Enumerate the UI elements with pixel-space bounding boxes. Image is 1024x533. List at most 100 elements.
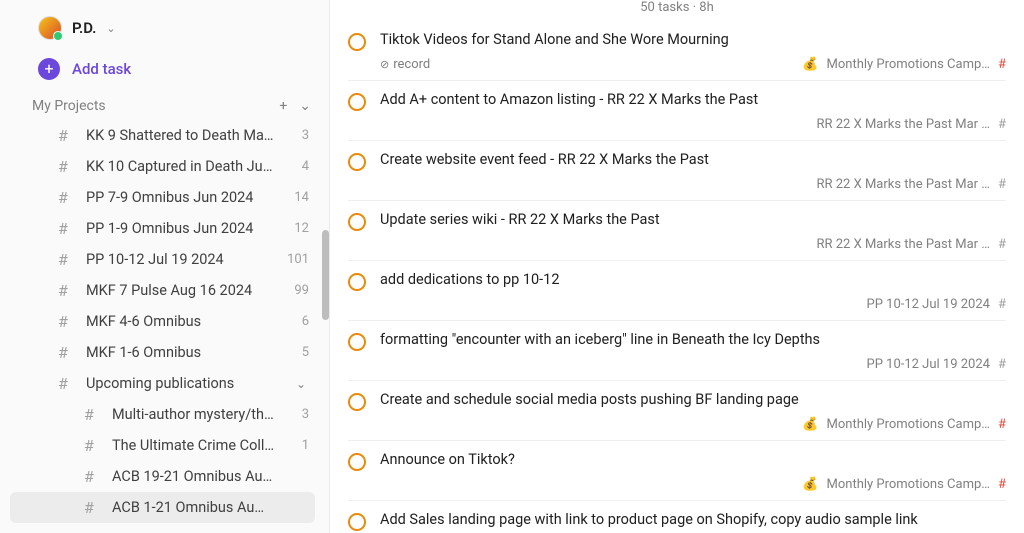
hash-icon: #	[998, 177, 1006, 192]
sidebar-item-count: 14	[287, 190, 309, 205]
sidebar-item-count: 4	[287, 159, 309, 174]
project-list: #KK 9 Shattered to Death May 17 2…3#KK 1…	[0, 120, 329, 525]
task-checkbox[interactable]	[348, 453, 366, 471]
tag-icon	[380, 57, 389, 72]
user-menu[interactable]: P.D.	[0, 8, 329, 52]
chevron-down-icon[interactable]	[293, 377, 309, 391]
sidebar-item[interactable]: #PP 1-9 Omnibus Jun 202412	[0, 213, 325, 244]
hash-icon: #	[58, 126, 74, 145]
task-checkbox[interactable]	[348, 33, 366, 51]
sidebar-item[interactable]: #MKF 1-6 Omnibus5	[0, 337, 325, 368]
hash-icon: #	[84, 436, 100, 455]
main-panel: 50 tasks · 8h Tiktok Videos for Stand Al…	[330, 0, 1024, 533]
sidebar-item[interactable]: # Upcoming publications	[0, 368, 325, 399]
sidebar-item-count: 6	[287, 314, 309, 329]
sidebar-item[interactable]: # PP 10-12 Jul 19 2024 101	[0, 244, 325, 275]
sidebar-item-count: 99	[287, 283, 309, 298]
sidebar-item-label: MKF 1-6 Omnibus	[86, 344, 275, 361]
user-name: P.D.	[72, 19, 96, 37]
task-title: Add Sales landing page with link to prod…	[380, 511, 1006, 528]
sidebar-item-count: 1	[287, 438, 309, 453]
task-title: add dedications to pp 10-12	[380, 271, 1006, 288]
task-item[interactable]: Add A+ content to Amazon listing - RR 22…	[348, 81, 1006, 141]
sidebar-item[interactable]: #ACB 19-21 Omnibus Aug 2024	[0, 461, 325, 492]
task-project-label[interactable]: Monthly Promotions Camp…	[827, 477, 990, 492]
task-count-header: 50 tasks · 8h	[330, 0, 1024, 21]
task-checkbox[interactable]	[348, 333, 366, 351]
hash-icon: #	[998, 297, 1006, 312]
task-meta: 💰Monthly Promotions Camp… #	[348, 417, 1006, 432]
sidebar-item-label: The Ultimate Crime Collection	[112, 437, 275, 454]
sidebar-item-label: PP 10-12 Jul 19 2024	[86, 251, 275, 268]
task-checkbox[interactable]	[348, 213, 366, 231]
task-item[interactable]: Create website event feed - RR 22 X Mark…	[348, 141, 1006, 201]
sidebar-item[interactable]: #PP 7-9 Omnibus Jun 202414	[0, 182, 325, 213]
task-tag[interactable]: record	[380, 57, 430, 72]
task-project-label[interactable]: RR 22 X Marks the Past Mar …	[817, 177, 990, 192]
sidebar-item[interactable]: #MKF 7 Pulse Aug 16 202499	[0, 275, 325, 306]
money-icon: 💰	[802, 477, 818, 492]
task-meta: RR 22 X Marks the Past Mar … #	[348, 177, 1006, 192]
task-item[interactable]: Update series wiki - RR 22 X Marks the P…	[348, 201, 1006, 261]
sidebar-item-label: Multi-author mystery/thriller/n…	[112, 406, 275, 423]
task-project-label[interactable]: RR 22 X Marks the Past Mar …	[817, 117, 990, 132]
task-item[interactable]: Create and schedule social media posts p…	[348, 381, 1006, 441]
sidebar-item[interactable]: #ACB 22 Cinn-Full Secrets Sep…106	[0, 523, 325, 525]
sidebar-item-label: MKF 4-6 Omnibus	[86, 313, 275, 330]
sidebar-item[interactable]: #ACB 1-21 Omnibus Aug 2024	[10, 492, 315, 523]
task-item[interactable]: Tiktok Videos for Stand Alone and She Wo…	[348, 21, 1006, 81]
hash-icon: #	[998, 237, 1006, 252]
task-checkbox[interactable]	[348, 153, 366, 171]
scrollbar[interactable]	[322, 230, 329, 320]
task-meta: RR 22 X Marks the Past Mar … #	[348, 237, 1006, 252]
sidebar-item-label: MKF 7 Pulse Aug 16 2024	[86, 282, 275, 299]
task-title: Add A+ content to Amazon listing - RR 22…	[380, 91, 1006, 108]
hash-icon: #	[58, 312, 74, 331]
sidebar-item[interactable]: #KK 10 Captured in Death Jun 21 2…4	[0, 151, 325, 182]
projects-header-label: My Projects	[32, 98, 106, 114]
task-project-label[interactable]: Monthly Promotions Camp…	[827, 417, 990, 432]
task-item[interactable]: Announce on Tiktok? 💰 Monthly Promotions C…	[348, 441, 1006, 501]
sidebar-item[interactable]: # MKF 4-6 Omnibus 6	[0, 306, 325, 337]
hash-icon: #	[998, 57, 1006, 72]
sidebar-item-label: Upcoming publications	[86, 375, 281, 392]
sidebar-item[interactable]: # The Ultimate Crime Collection 1	[0, 430, 325, 461]
task-title: Announce on Tiktok?	[380, 451, 1006, 468]
task-project-label[interactable]: Monthly Promotions Camp…	[827, 57, 990, 72]
task-meta: RR 22 X Marks the Past Mar … #	[348, 117, 1006, 132]
collapse-projects-icon[interactable]	[299, 98, 311, 114]
task-meta: record 💰 Monthly Promotions Camp… #	[348, 57, 1006, 72]
task-project-label[interactable]: PP 10-12 Jul 19 2024	[867, 357, 990, 372]
sidebar-item-count: 101	[287, 252, 309, 267]
sidebar-item-count: 3	[287, 128, 309, 143]
task-checkbox[interactable]	[348, 93, 366, 111]
add-task-button[interactable]: Add task	[0, 52, 329, 92]
sidebar-item-label: PP 1-9 Omnibus Jun 2024	[86, 220, 275, 237]
task-checkbox[interactable]	[348, 273, 366, 291]
hash-icon: #	[58, 188, 74, 207]
sidebar-item[interactable]: #KK 9 Shattered to Death May 17 2…3	[0, 120, 325, 151]
task-item[interactable]: formatting "encounter with an iceberg" l…	[348, 321, 1006, 381]
add-project-icon[interactable]	[279, 98, 287, 114]
task-item[interactable]: add dedications to pp 10-12 PP 10-12 Jul …	[348, 261, 1006, 321]
hash-icon: #	[58, 250, 74, 269]
task-checkbox[interactable]	[348, 513, 366, 531]
task-project-label[interactable]: PP 10-12 Jul 19 2024	[867, 297, 990, 312]
hash-icon: #	[998, 117, 1006, 132]
task-title: formatting "encounter with an iceberg" l…	[380, 331, 1006, 348]
task-checkbox[interactable]	[348, 393, 366, 411]
sidebar-item[interactable]: #Multi-author mystery/thriller/n…3	[0, 399, 325, 430]
task-title: Tiktok Videos for Stand Alone and She Wo…	[380, 31, 1006, 48]
task-list: Tiktok Videos for Stand Alone and She Wo…	[330, 21, 1024, 533]
money-icon: 💰	[802, 57, 818, 72]
task-title: Create and schedule social media posts p…	[380, 391, 1006, 408]
task-title: Create website event feed - RR 22 X Mark…	[380, 151, 1006, 168]
hash-icon: #	[84, 405, 100, 424]
hash-icon: #	[58, 374, 74, 393]
hash-icon: #	[58, 219, 74, 238]
avatar	[38, 16, 62, 40]
task-item[interactable]: Add Sales landing page with link to prod…	[348, 501, 1006, 533]
hash-icon: #	[58, 157, 74, 176]
task-project-label[interactable]: RR 22 X Marks the Past Mar …	[817, 237, 990, 252]
money-icon: 💰	[802, 417, 818, 432]
